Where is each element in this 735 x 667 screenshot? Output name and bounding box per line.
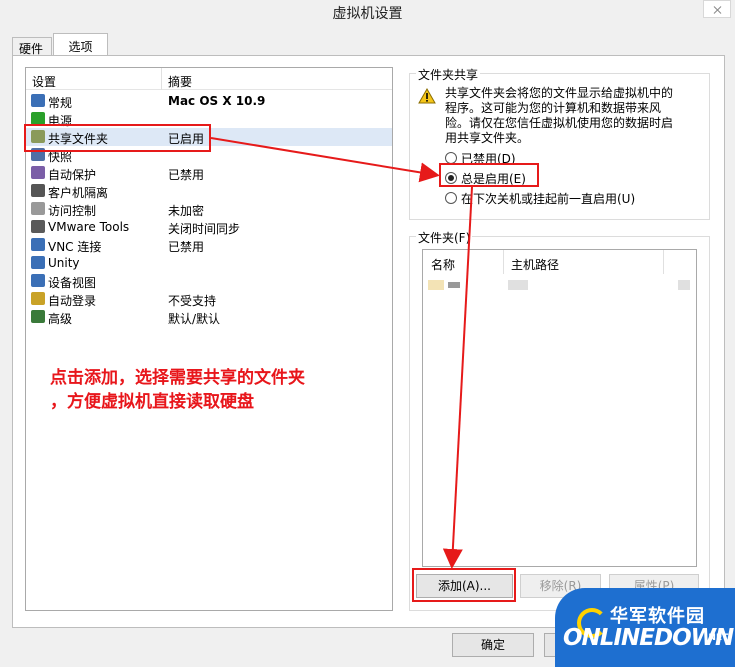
annotation-text: 点击添加，选择需要共享的文件夹 ，方便虚拟机直接读取硬盘	[50, 366, 305, 414]
annotation-arrows	[210, 137, 473, 569]
annotation-line-2: ，方便虚拟机直接读取硬盘	[50, 392, 254, 412]
annotation-line-1: 点击添加，选择需要共享的文件夹	[50, 368, 305, 388]
logo-suffix: .NET	[705, 633, 729, 643]
onlinedown-logo: 华军软件园 ONLINEDOWN .NET	[555, 588, 735, 667]
